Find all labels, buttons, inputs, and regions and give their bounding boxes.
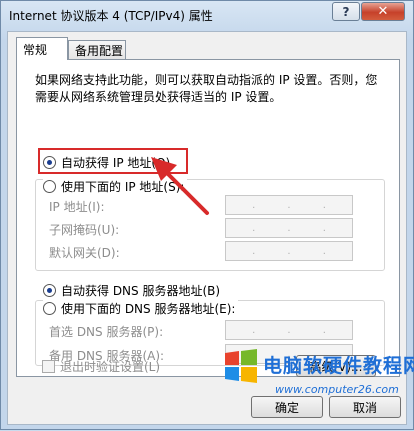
tab-general[interactable]: 常规 [16,37,68,60]
help-button[interactable]: ? [332,2,360,21]
preferred-dns-label: 首选 DNS 服务器(P): [49,325,164,339]
validate-on-exit-label: 退出时验证设置(L) [60,360,161,374]
radio-auto-ip-label: 自动获得 IP 地址(O) [61,156,171,170]
validate-on-exit-checkbox[interactable]: 退出时验证设置(L) [42,358,160,375]
radio-auto-ip[interactable]: 自动获得 IP 地址(O) [43,154,170,171]
radio-auto-dns[interactable]: 自动获得 DNS 服务器地址(B) [43,282,220,299]
title-bar[interactable]: Internet 协议版本 4 (TCP/IPv4) 属性 ? ✕ [1,1,413,29]
default-gateway-label: 默认网关(D): [49,246,120,260]
general-tab-pane: 如果网络支持此功能，则可以获取自动指派的 IP 设置。否则，您需要从网络系统管理… [16,59,400,377]
radio-auto-ip-control[interactable] [43,156,56,169]
watermark-url: www.computer26.com [275,383,399,396]
radio-manual-ip-label: 使用下面的 IP 地址(S): [61,180,185,194]
subnet-mask-label: 子网掩码(U): [49,223,120,237]
close-button[interactable]: ✕ [361,2,405,21]
preferred-dns-input[interactable]: ... [225,320,353,340]
radio-manual-dns-label: 使用下面的 DNS 服务器地址(E): [61,302,236,316]
radio-auto-dns-control[interactable] [43,284,56,297]
radio-auto-dns-label: 自动获得 DNS 服务器地址(B) [61,284,221,298]
dialog-window: Internet 协议版本 4 (TCP/IPv4) 属性 ? ✕ 常规 备用配… [0,0,414,430]
validate-on-exit-checkbox-control[interactable] [42,360,55,373]
radio-manual-dns[interactable]: 使用下面的 DNS 服务器地址(E): [43,300,239,317]
ip-address-label: IP 地址(I): [49,200,105,214]
radio-manual-ip[interactable]: 使用下面的 IP 地址(S): [43,178,188,195]
tab-alternate-config[interactable]: 备用配置 [68,40,126,60]
watermark: 电脑软硬件教程网 www.computer26.com [219,345,414,429]
subnet-mask-input[interactable]: ... [225,218,353,238]
ip-address-input[interactable]: ... [225,195,353,215]
tab-general-label: 常规 [23,42,48,57]
windows-logo-icon [225,349,257,383]
window-title: Internet 协议版本 4 (TCP/IPv4) 属性 [9,9,213,23]
radio-manual-dns-control[interactable] [43,302,56,315]
description-text: 如果网络支持此功能，则可以获取自动指派的 IP 设置。否则，您需要从网络系统管理… [35,73,378,104]
tab-alternate-config-label: 备用配置 [75,44,124,58]
radio-manual-ip-control[interactable] [43,180,56,193]
default-gateway-input[interactable]: ... [225,241,353,261]
watermark-title: 电脑软硬件教程网 [263,355,414,377]
